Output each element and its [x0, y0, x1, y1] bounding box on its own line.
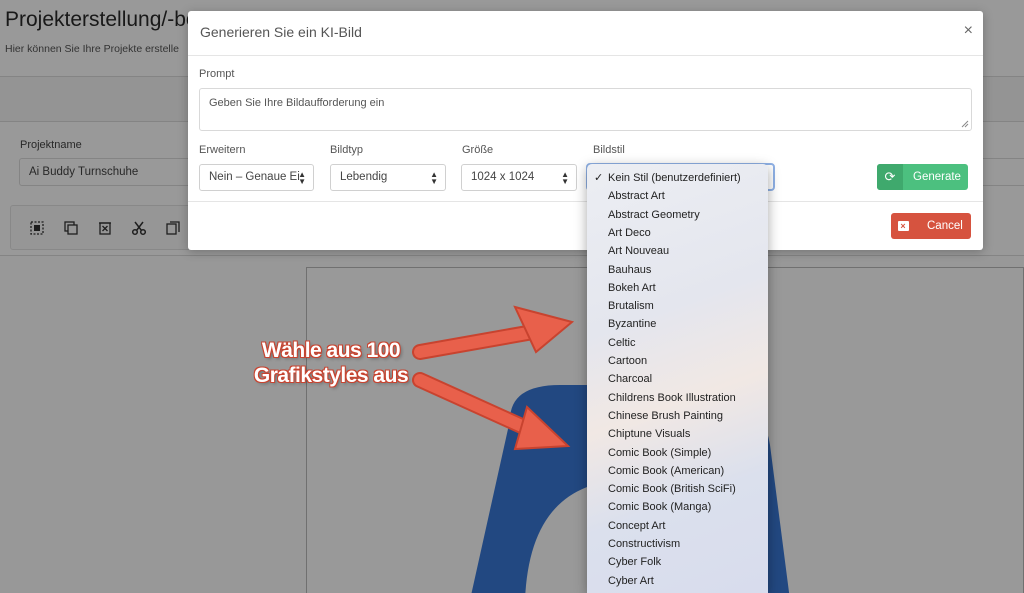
annotation-callout: Wähle aus 100 Grafikstyles aus: [236, 338, 426, 388]
annotation-arrows: [412, 305, 575, 451]
arrow-upper: [412, 305, 575, 360]
arrow-lower: [412, 372, 571, 451]
annotation-line-1: Wähle aus 100: [261, 339, 401, 362]
annotation-line-2: Grafikstyles aus: [253, 364, 409, 387]
